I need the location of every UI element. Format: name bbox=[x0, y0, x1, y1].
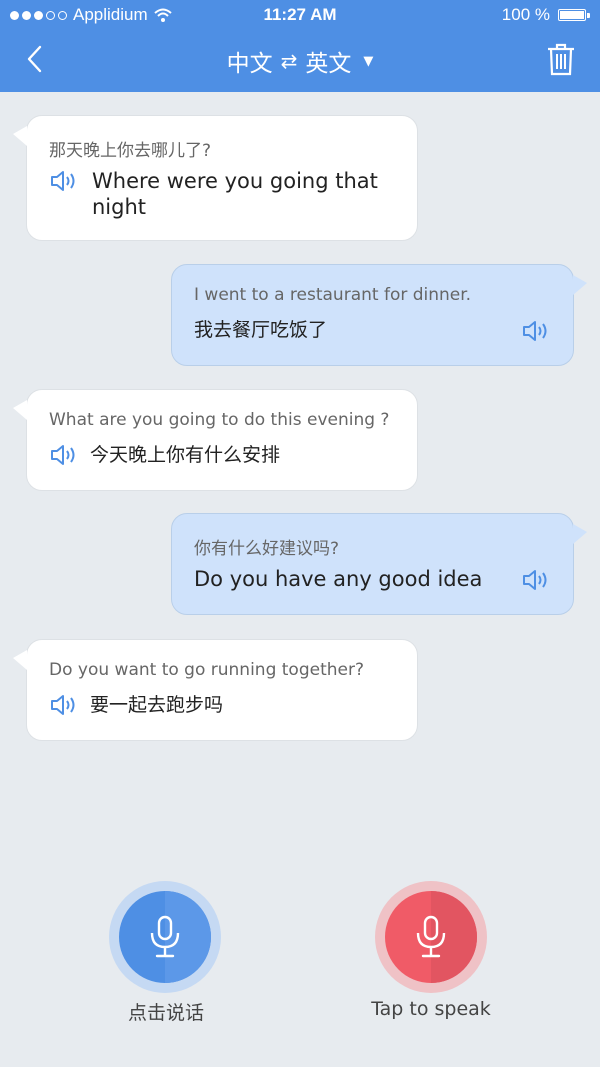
source-text: 你有什么好建议吗? bbox=[194, 539, 340, 559]
mic-label-english: Tap to speak bbox=[371, 998, 491, 1020]
mic-label-chinese: 点击说话 bbox=[127, 1002, 204, 1024]
microphone-icon bbox=[150, 915, 180, 958]
source-text: What are you going to do this evening ? bbox=[49, 410, 390, 430]
language-selector[interactable]: 中文 ⇄ 英文 ▼ bbox=[0, 44, 600, 78]
source-text: 那天晚上你去哪儿了? bbox=[49, 141, 212, 161]
translation-text: Where were you going that night bbox=[92, 169, 378, 219]
translation-text: 要一起去跑步吗 bbox=[90, 694, 224, 716]
swap-icon[interactable]: ⇄ bbox=[281, 49, 298, 73]
source-language: 中文 bbox=[226, 51, 273, 77]
message-bubble-outgoing: 你有什么好建议吗? Do you have any good idea bbox=[171, 513, 587, 615]
status-bar: Applidium 11:27 AM 100 % bbox=[0, 0, 600, 30]
microphone-icon bbox=[416, 915, 446, 958]
target-language: 英文 bbox=[305, 51, 352, 77]
translation-text: 今天晚上你有什么安排 bbox=[90, 444, 281, 466]
speaker-icon[interactable] bbox=[49, 692, 79, 718]
dropdown-caret-icon[interactable]: ▼ bbox=[363, 54, 373, 69]
message-bubble-incoming: What are you going to do this evening ? … bbox=[13, 389, 418, 491]
message-bubble-incoming: 那天晚上你去哪儿了? Where were you going that nig… bbox=[13, 115, 418, 241]
translation-text: 我去餐厅吃饭了 bbox=[194, 319, 328, 341]
speaker-icon[interactable] bbox=[49, 168, 79, 194]
translation-text: Do you have any good idea bbox=[194, 567, 483, 591]
mic-button-english[interactable] bbox=[375, 881, 487, 993]
trash-icon[interactable] bbox=[546, 42, 576, 76]
message-bubble-incoming: Do you want to go running together? 要一起去… bbox=[13, 639, 418, 741]
speaker-icon[interactable] bbox=[521, 318, 551, 344]
battery-icon bbox=[558, 9, 590, 21]
app-header: Applidium 11:27 AM 100 % 中文 ⇄ 英文 ▼ bbox=[0, 0, 600, 92]
mic-button-chinese[interactable] bbox=[109, 881, 221, 993]
speaker-icon[interactable] bbox=[49, 442, 79, 468]
source-text: I went to a restaurant for dinner. bbox=[194, 285, 472, 305]
status-right: 100 % bbox=[501, 5, 590, 25]
source-text: Do you want to go running together? bbox=[49, 660, 364, 680]
message-bubble-outgoing: I went to a restaurant for dinner. 我去餐厅吃… bbox=[171, 264, 587, 366]
speaker-icon[interactable] bbox=[521, 567, 551, 593]
battery-percentage: 100 % bbox=[501, 5, 550, 24]
